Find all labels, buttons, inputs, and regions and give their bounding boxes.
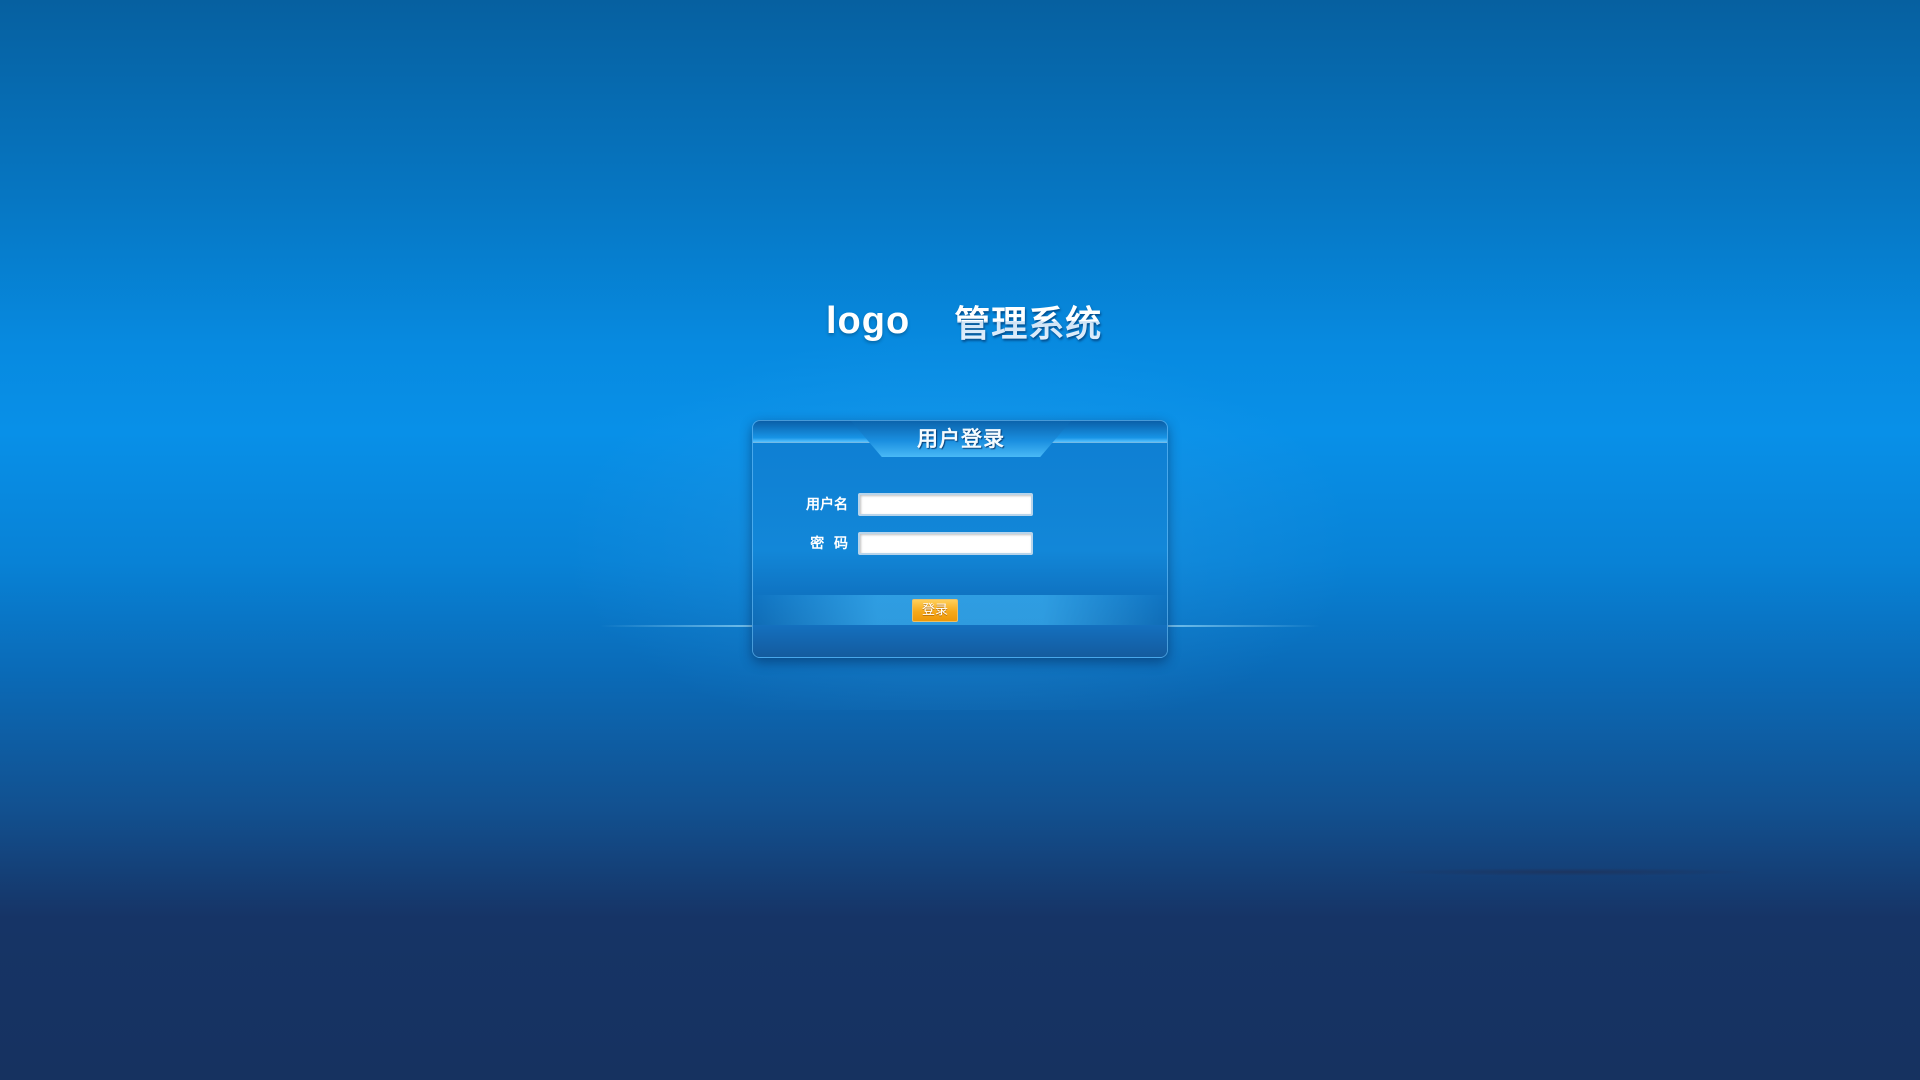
- username-input[interactable]: [858, 492, 1033, 516]
- button-strip: [753, 595, 1167, 625]
- logo: logo: [826, 299, 911, 342]
- background-wisp: [1380, 868, 1760, 876]
- username-row: 用户名: [800, 492, 1033, 516]
- app-header: logo 管理系统: [826, 296, 1102, 346]
- login-button[interactable]: 登录: [912, 599, 958, 622]
- username-label: 用户名: [806, 497, 848, 513]
- password-input[interactable]: [858, 531, 1033, 555]
- panel-footer: [753, 625, 1167, 657]
- system-title: 管理系统: [954, 295, 1102, 347]
- password-label: 密 码: [810, 536, 848, 552]
- login-panel-title: 用户登录: [917, 427, 1005, 451]
- password-row: 密 码: [800, 531, 1033, 555]
